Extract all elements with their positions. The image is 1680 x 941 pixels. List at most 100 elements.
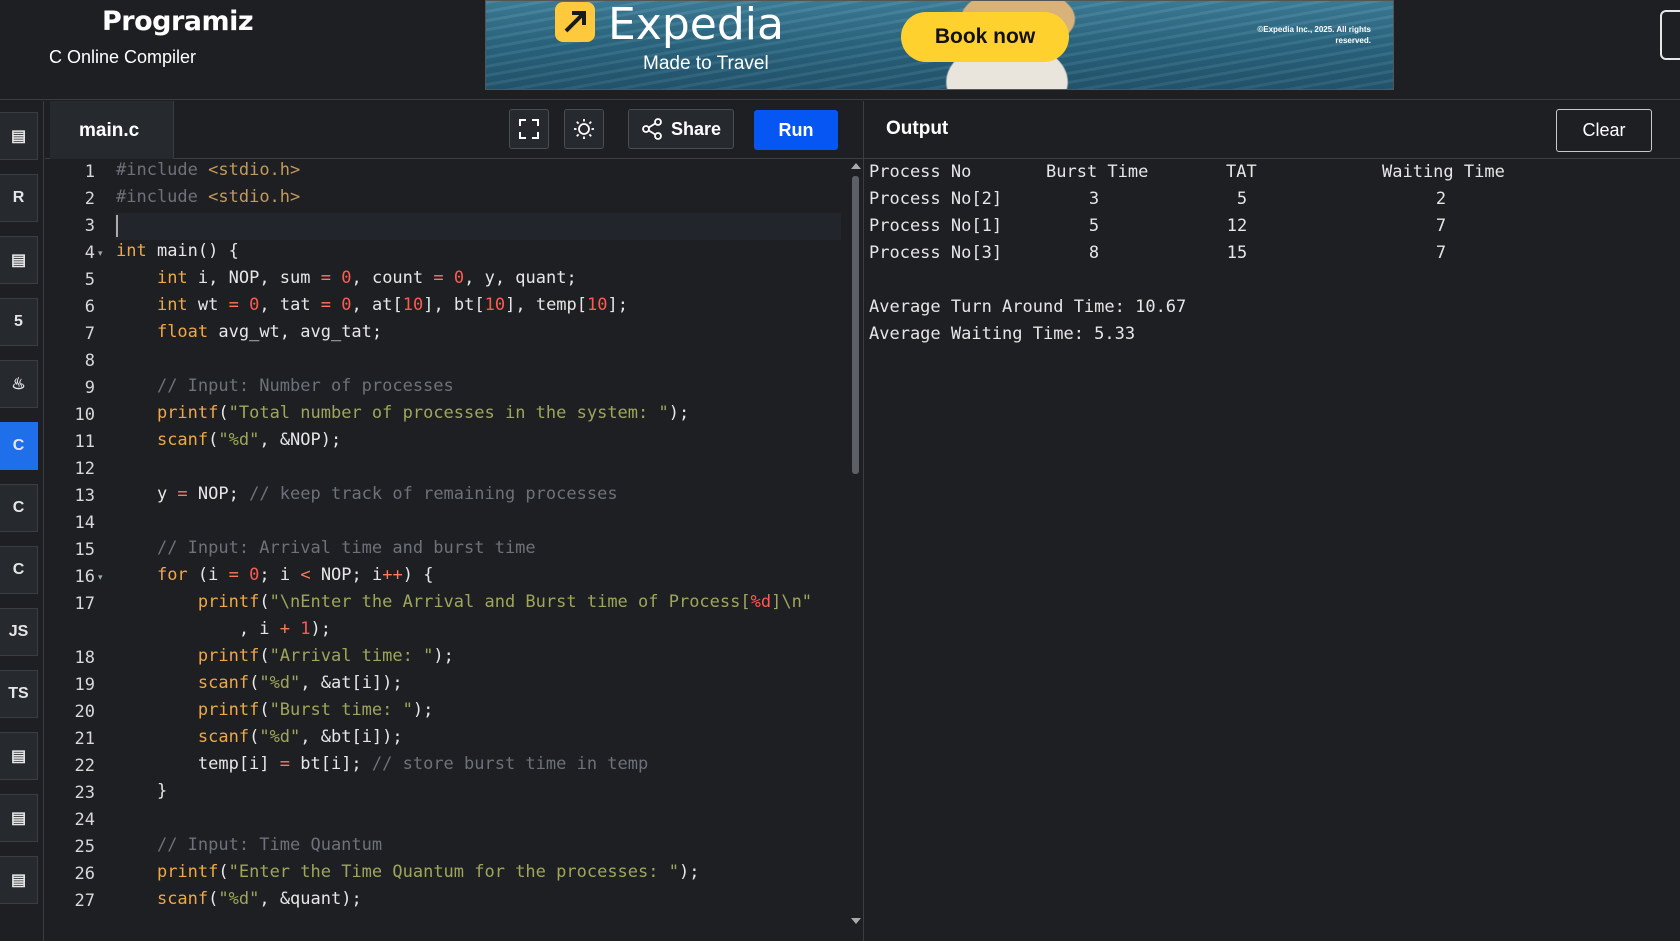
output-title: Output bbox=[886, 118, 949, 139]
active-line-highlight bbox=[115, 213, 841, 240]
file-tab-label: main.c bbox=[79, 120, 140, 141]
sidebar-item-java[interactable]: ♨ bbox=[0, 360, 38, 408]
fold-chevron-icon[interactable]: ▾ bbox=[98, 573, 103, 583]
row-waiting: 2 bbox=[1435, 189, 1447, 209]
logo-text: Programiz bbox=[102, 6, 254, 37]
code-line: printf("Enter the Time Quantum for the p… bbox=[156, 862, 700, 882]
row-process: Process No[3] bbox=[869, 243, 1003, 263]
line-number: 3 bbox=[84, 216, 95, 236]
code-line: int wt = 0, tat = 0, at[10], bt[10], tem… bbox=[156, 295, 628, 315]
swift-icon: ▤ bbox=[10, 810, 27, 827]
sidebar-item-javascript[interactable]: JS bbox=[0, 608, 38, 656]
share-button[interactable]: Share bbox=[628, 109, 734, 149]
line-number: 24 bbox=[74, 810, 95, 830]
book-now-button[interactable]: Book now bbox=[901, 12, 1069, 62]
sidebar-item-go[interactable]: ▤ bbox=[0, 732, 38, 780]
table-header-process: Process No bbox=[869, 162, 972, 182]
page-title: C Online Compiler bbox=[49, 47, 197, 67]
line-number: 21 bbox=[74, 729, 95, 749]
line-number: 11 bbox=[74, 432, 95, 452]
code-line: // Input: Number of processes bbox=[156, 376, 454, 396]
average-wt-line: Average Waiting Time: 5.33 bbox=[869, 324, 1136, 344]
sidebar-item-python[interactable]: ▤ bbox=[0, 112, 38, 160]
html-icon: 5 bbox=[14, 313, 23, 330]
r-icon: R bbox=[12, 189, 25, 206]
line-number: 13 bbox=[74, 486, 95, 506]
line-number: 23 bbox=[74, 783, 95, 803]
table-header-waiting: Waiting Time bbox=[1382, 162, 1505, 182]
line-number: 1 bbox=[84, 162, 95, 182]
code-line: int i, NOP, sum = 0, count = 0, y, quant… bbox=[156, 268, 577, 288]
line-number: 2 bbox=[84, 189, 95, 209]
line-number: 22 bbox=[74, 756, 95, 776]
code-line: scanf("%d", &bt[i]); bbox=[197, 727, 403, 747]
code-editor[interactable]: 1 2 3 4 ▾ 5 6 7 8 9 10 11 12 13 14 15 16 ▾ 17 18 19 20 21 22 23 2… bbox=[45, 160, 863, 941]
fold-chevron-icon[interactable]: ▾ bbox=[98, 249, 103, 259]
line-number: 26 bbox=[74, 864, 95, 884]
table-header-burst: Burst Time bbox=[1046, 162, 1149, 182]
rust-icon: ▤ bbox=[10, 872, 27, 889]
file-tab-main-c[interactable]: main.c bbox=[50, 101, 174, 159]
output-console[interactable]: Process No Burst Time TAT Waiting Time P… bbox=[864, 160, 1680, 941]
run-button[interactable]: Run bbox=[754, 110, 838, 150]
row-burst: 8 bbox=[1088, 243, 1100, 263]
row-process: Process No[1] bbox=[869, 216, 1003, 236]
code-line: printf("Arrival time: "); bbox=[197, 646, 454, 666]
line-number: 7 bbox=[84, 324, 95, 344]
advertisement-banner[interactable]: Expedia Made to Travel Book now ©Expedia… bbox=[485, 0, 1394, 90]
row-waiting: 7 bbox=[1435, 243, 1447, 263]
text-cursor bbox=[116, 215, 118, 237]
share-label: Share bbox=[670, 118, 722, 139]
line-number: 4 bbox=[84, 243, 95, 263]
ad-tagline: Made to Travel bbox=[643, 53, 769, 74]
row-process: Process No[2] bbox=[869, 189, 1003, 209]
code-line: // Input: Arrival time and burst time bbox=[156, 538, 536, 558]
javascript-icon: JS bbox=[8, 623, 29, 640]
clear-button[interactable]: Clear bbox=[1556, 109, 1652, 152]
row-burst: 3 bbox=[1088, 189, 1100, 209]
code-line: y = NOP; // keep track of remaining proc… bbox=[116, 484, 618, 504]
row-tat: 5 bbox=[1236, 189, 1248, 209]
sun-icon bbox=[574, 119, 594, 139]
line-number: 27 bbox=[74, 891, 95, 911]
code-line: printf("\nEnter the Arrival and Burst ti… bbox=[197, 592, 813, 612]
line-number: 16 bbox=[74, 567, 95, 587]
line-number: 6 bbox=[84, 297, 95, 317]
ad-legal-text: ©Expedia Inc., 2025. All rights reserved… bbox=[1257, 25, 1371, 45]
cpp-icon: C bbox=[12, 499, 25, 516]
sidebar-item-r[interactable]: R bbox=[0, 174, 38, 222]
line-number: 5 bbox=[84, 270, 95, 290]
code-line: #include <stdio.h> bbox=[116, 160, 301, 180]
go-icon: ▤ bbox=[10, 748, 27, 765]
sidebar-item-swift[interactable]: ▤ bbox=[0, 794, 38, 842]
python-icon: ▤ bbox=[10, 128, 27, 145]
row-burst: 5 bbox=[1088, 216, 1100, 236]
sidebar-item-sql[interactable]: ▤ bbox=[0, 236, 38, 284]
row-tat: 12 bbox=[1226, 216, 1248, 236]
scroll-up-arrow-icon[interactable] bbox=[851, 163, 861, 169]
sidebar-item-typescript[interactable]: TS bbox=[0, 670, 38, 718]
scroll-down-arrow-icon[interactable] bbox=[851, 918, 861, 924]
c-icon: C bbox=[12, 437, 25, 454]
java-icon: ♨ bbox=[11, 376, 26, 393]
fullscreen-button[interactable] bbox=[509, 109, 549, 149]
line-number: 9 bbox=[84, 378, 95, 398]
line-number: 25 bbox=[74, 837, 95, 857]
menu-button[interactable] bbox=[1660, 10, 1680, 60]
language-sidebar: ▤ R ▤ 5 ♨ C C C JS TS ▤ ▤ ▤ bbox=[0, 101, 44, 941]
editor-scrollbar-thumb[interactable] bbox=[852, 176, 859, 474]
programiz-logo[interactable]: Programiz bbox=[50, 0, 254, 44]
sidebar-item-c[interactable]: C bbox=[0, 422, 38, 470]
line-number: 15 bbox=[74, 540, 95, 560]
sidebar-item-html[interactable]: 5 bbox=[0, 298, 38, 346]
fullscreen-icon bbox=[519, 119, 539, 139]
output-header: Output Clear bbox=[864, 101, 1680, 159]
theme-toggle-button[interactable] bbox=[564, 109, 604, 149]
code-line: , i + 1); bbox=[116, 619, 331, 639]
code-line: // Input: Time Quantum bbox=[156, 835, 383, 855]
sidebar-item-rust[interactable]: ▤ bbox=[0, 856, 38, 904]
sidebar-item-csharp[interactable]: C bbox=[0, 546, 38, 594]
sidebar-item-cpp[interactable]: C bbox=[0, 484, 38, 532]
code-line: for (i = 0; i < NOP; i++) { bbox=[156, 565, 434, 585]
code-line: } bbox=[116, 781, 168, 801]
